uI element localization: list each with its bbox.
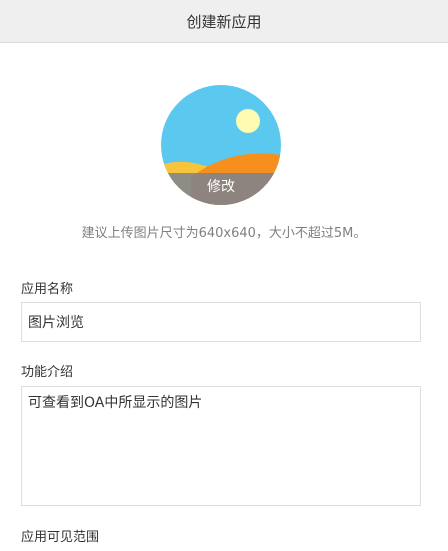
upload-hint: 建议上传图片尺寸为640x640，大小不超过5M。 (81, 226, 367, 241)
app-name-label: 应用名称 (21, 282, 74, 297)
app-name-input[interactable] (21, 302, 421, 342)
page-header: 创建新应用 (0, 0, 448, 43)
icon-sun (236, 109, 260, 133)
page-title: 创建新应用 (186, 12, 262, 31)
app-visibility-label: 应用可见范围 (21, 530, 100, 545)
app-icon-uploader[interactable]: 修改 (161, 85, 281, 205)
edit-icon-label[interactable]: 修改 (161, 173, 281, 205)
app-description-label: 功能介绍 (21, 365, 74, 380)
app-description-textarea[interactable]: 可查看到OA中所显示的图片 (21, 386, 421, 506)
